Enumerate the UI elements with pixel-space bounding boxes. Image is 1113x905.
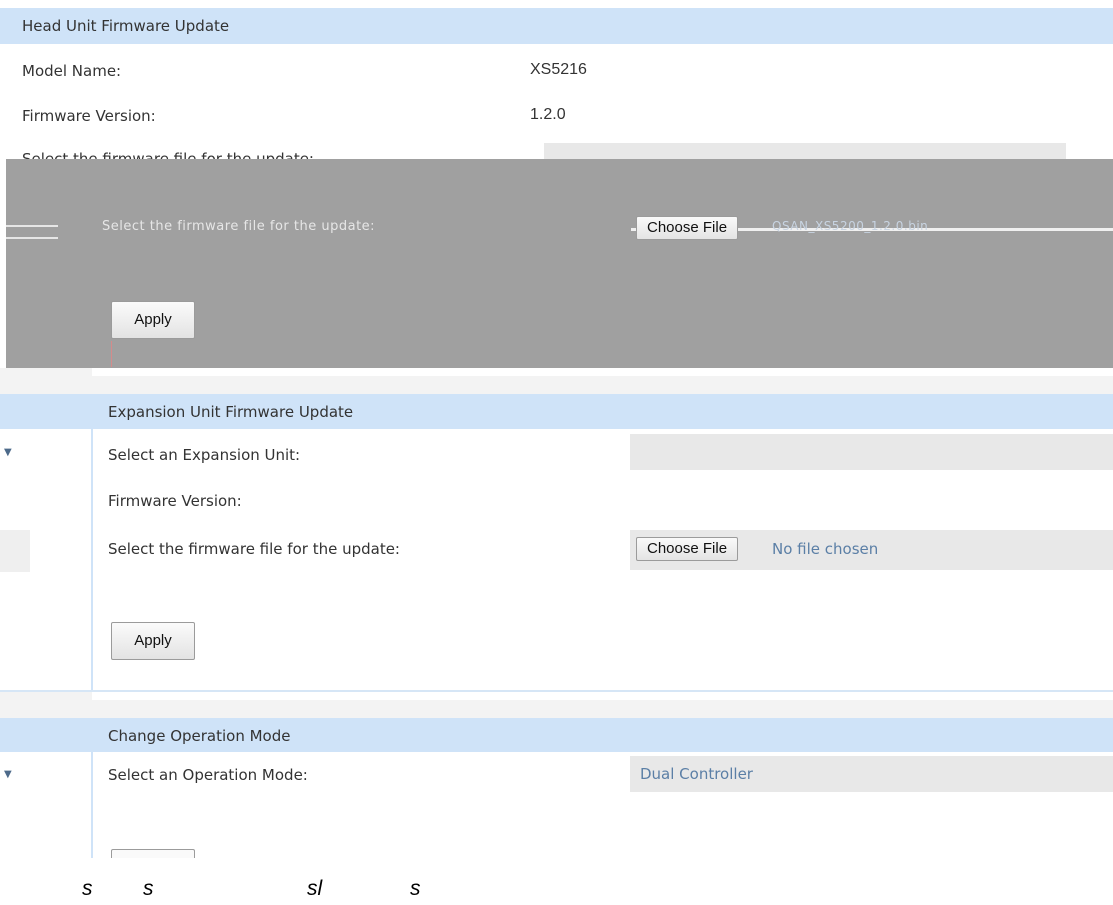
operation-apply-button-partial[interactable] <box>111 849 195 858</box>
stray-glyph: s <box>143 877 154 900</box>
expansion-left-rule <box>91 429 93 691</box>
expansion-unit-title: Expansion Unit Firmware Update <box>108 403 354 421</box>
head-apply-button[interactable]: Apply <box>111 301 195 339</box>
left-dropdown-arrow-icon: ▼ <box>4 447 12 458</box>
model-name-label: Model Name: <box>22 62 122 80</box>
model-name-value: XS5216 <box>530 61 587 78</box>
section-gap-white <box>92 368 1113 376</box>
expansion-select-file-label: Select the firmware file for the update: <box>108 540 400 558</box>
operation-mode-select[interactable]: Dual Controller <box>630 756 1113 792</box>
operation-left-rule <box>91 752 93 858</box>
expansion-file-status: No file chosen <box>772 540 879 558</box>
stray-glyph: s <box>410 877 421 900</box>
head-fw-label: Firmware Version: <box>22 107 156 125</box>
head-unit-header: Head Unit Firmware Update <box>0 8 1113 44</box>
page-cutoff <box>0 858 1113 905</box>
left-dropdown-arrow-icon-2: ▼ <box>4 769 12 780</box>
overlay-red-tick <box>111 341 112 367</box>
stray-glyph: s <box>82 877 93 900</box>
stray-glyph: sl <box>307 877 323 900</box>
expansion-apply-button[interactable]: Apply <box>111 622 195 660</box>
expansion-unit-select[interactable] <box>630 434 1113 470</box>
expansion-unit-header: Expansion Unit Firmware Update <box>0 394 1113 429</box>
operation-mode-value: Dual Controller <box>640 765 753 783</box>
overlay-left-marks <box>6 237 58 239</box>
left-gray-stub <box>0 530 30 572</box>
select-expansion-unit-label: Select an Expansion Unit: <box>108 446 301 464</box>
operation-mode-title: Change Operation Mode <box>108 727 291 745</box>
expansion-fw-label: Firmware Version: <box>108 492 242 510</box>
overlay-select-file-label: Select the firmware file for the update: <box>102 219 376 234</box>
dim-overlay: Select the firmware file for the update:… <box>6 159 1113 368</box>
overlay-file-name: QSAN_XS5200_1.2.0.bin <box>772 219 929 233</box>
expansion-choose-file-button[interactable]: Choose File <box>636 537 739 561</box>
overlay-left-marks <box>6 225 58 227</box>
section-gap-2-white <box>92 692 1113 700</box>
head-fw-value: 1.2.0 <box>530 106 566 123</box>
operation-mode-header: Change Operation Mode <box>0 718 1113 752</box>
head-unit-title: Head Unit Firmware Update <box>22 17 230 35</box>
select-operation-mode-label: Select an Operation Mode: <box>108 766 308 784</box>
head-choose-file-button[interactable]: Choose File <box>636 216 739 240</box>
